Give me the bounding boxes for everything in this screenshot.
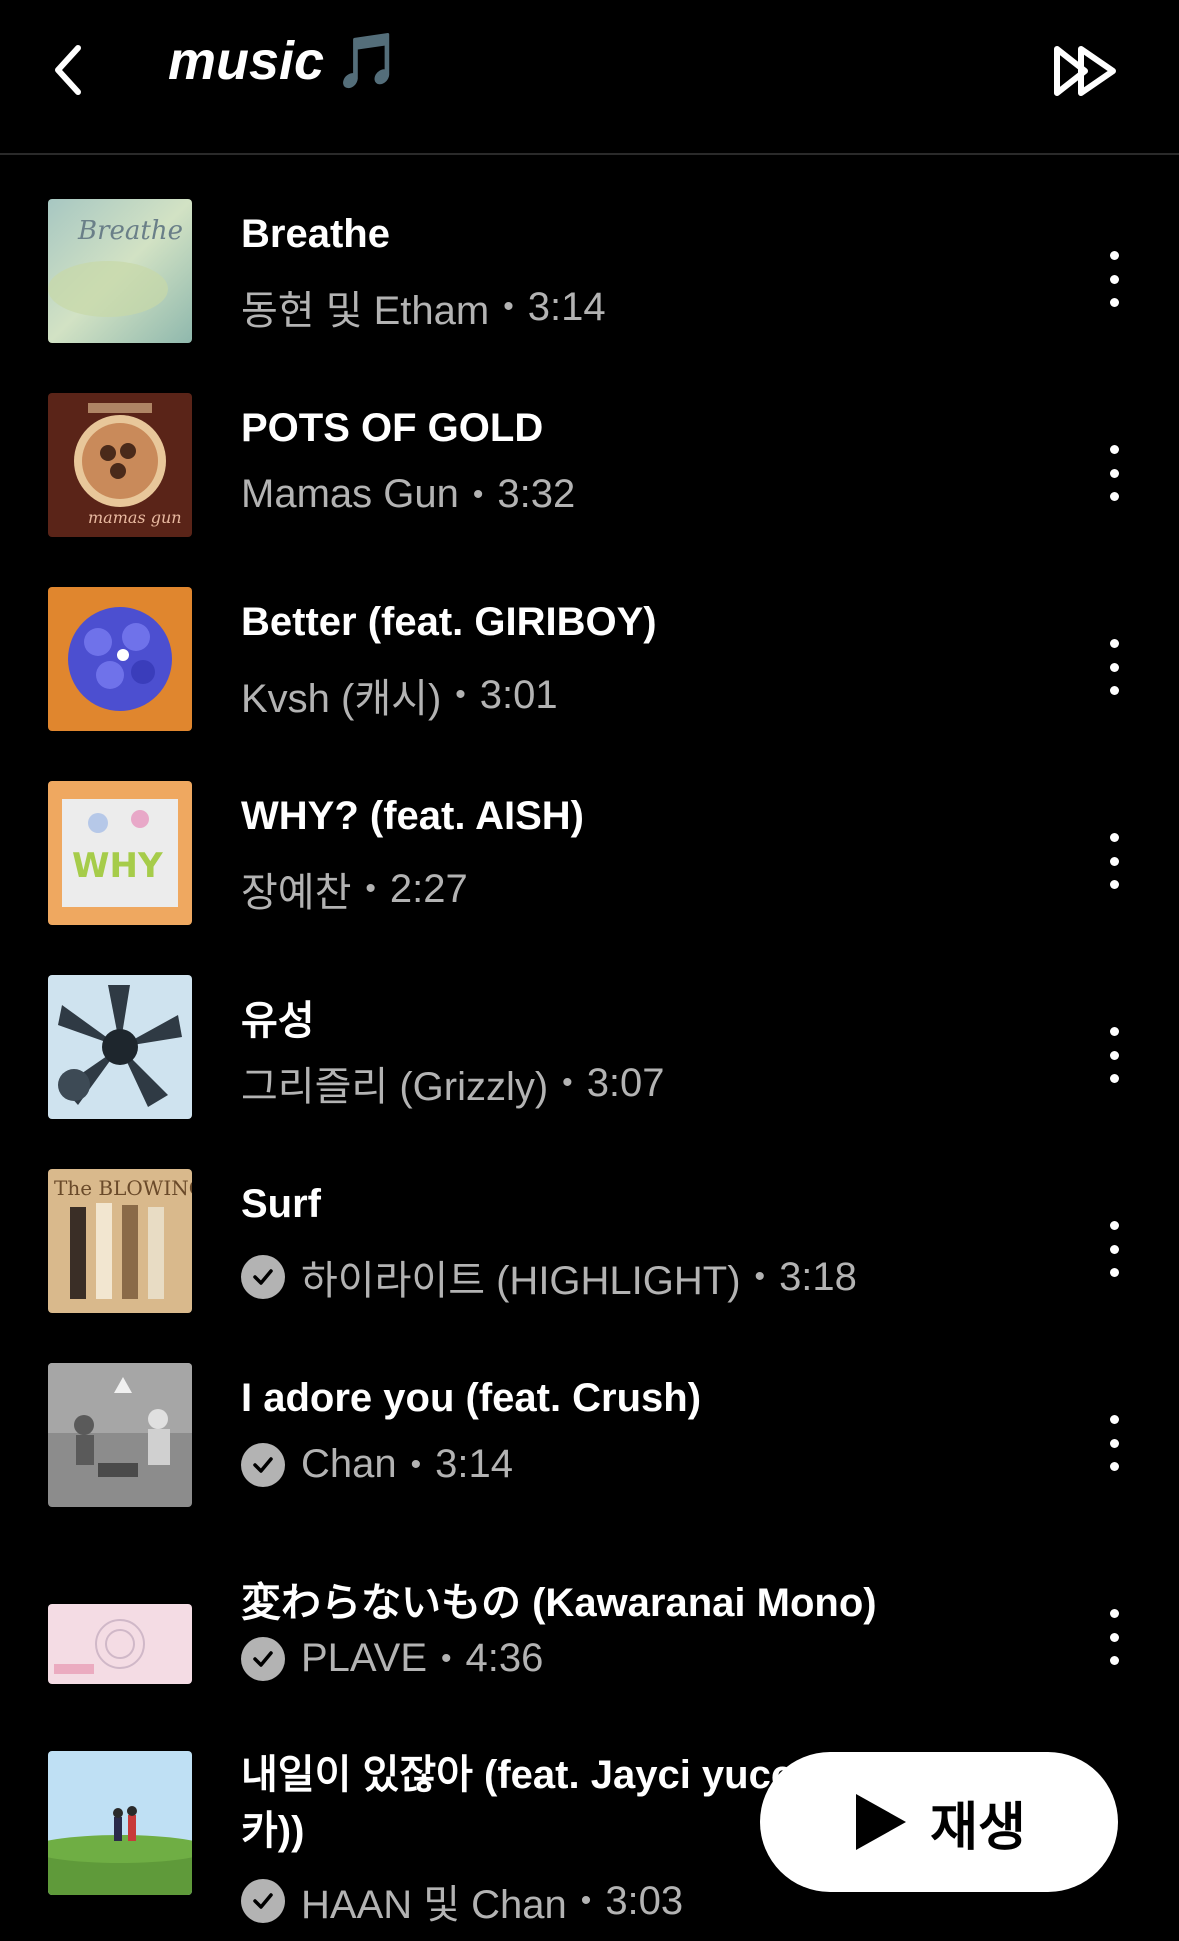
more-options-button[interactable] — [1100, 1415, 1128, 1471]
separator-dot: • — [365, 872, 376, 905]
more-options-button[interactable] — [1100, 1609, 1128, 1665]
separator-dot: • — [472, 477, 484, 511]
more-options-button[interactable] — [1100, 1221, 1128, 1277]
song-artist: Mamas Gun — [241, 472, 459, 516]
song-meta: Mamas Gun • 3:32 — [241, 472, 575, 517]
song-duration: 2:27 — [389, 866, 468, 911]
song-duration: 3:03 — [605, 1878, 684, 1923]
svg-text:WHY: WHY — [72, 846, 163, 886]
song-meta: Kvsh (캐시) • 3:01 — [241, 666, 558, 724]
svg-text:Breathe: Breathe — [77, 216, 183, 246]
song-duration: 3:32 — [497, 472, 576, 516]
back-button[interactable] — [48, 40, 92, 100]
song-title: Surf — [241, 1182, 321, 1226]
song-row[interactable]: 유성 그리즐리 (Grizzly) • 3:07 — [0, 931, 1179, 1125]
album-art-kawaranai-mono — [48, 1604, 192, 1684]
song-row[interactable]: 変わらないもの (Kawaranai Mono) PLAVE • 4:36 — [0, 1513, 1179, 1707]
more-options-button[interactable] — [1100, 1027, 1128, 1083]
song-duration: 3:01 — [479, 672, 558, 717]
album-art-naeiri-itjana — [48, 1751, 192, 1895]
verified-check-icon — [241, 1636, 285, 1681]
separator-dot: • — [410, 1447, 422, 1481]
album-art-why: WHY — [48, 781, 192, 925]
song-meta: Chan • 3:14 — [241, 1442, 513, 1487]
more-options-button[interactable] — [1100, 833, 1128, 889]
verified-check-icon — [241, 1255, 285, 1299]
song-artist: Chan — [301, 1442, 397, 1486]
verified-check-icon — [241, 1879, 285, 1923]
song-artist: HAAN 및 Chan — [301, 1883, 567, 1927]
chevron-left-icon — [55, 45, 81, 95]
song-list: Breathe Breathe 동현 및 Etham • 3:14 mamas gu… — [0, 155, 1179, 1927]
album-art-yuseong — [48, 975, 192, 1119]
song-row[interactable]: Better (feat. GIRIBOY) Kvsh (캐시) • 3:01 — [0, 543, 1179, 737]
play-all-label: 재생 — [930, 1798, 1026, 1857]
song-row[interactable]: Breathe Breathe 동현 및 Etham • 3:14 — [0, 155, 1179, 349]
song-title: Better (feat. GIRIBOY) — [241, 600, 657, 644]
play-icon — [856, 1794, 907, 1850]
verified-check-icon — [241, 1442, 285, 1487]
song-meta: 동현 및 Etham • 3:14 — [241, 278, 606, 336]
svg-text:mamas gun: mamas gun — [88, 508, 182, 527]
song-row[interactable]: mamas gun POTS OF GOLD Mamas Gun • 3:32 — [0, 349, 1179, 543]
song-meta: 그리즐리 (Grizzly) • 3:07 — [241, 1054, 665, 1112]
song-row[interactable]: The BLOWING Surf 하이라이트 (HIGHLIGHT) • 3:18 — [0, 1125, 1179, 1319]
separator-dot: • — [754, 1260, 766, 1293]
song-meta: PLAVE • 4:36 — [241, 1636, 543, 1681]
playlist-title: music 🎵 — [168, 30, 401, 93]
song-row[interactable]: I adore you (feat. Crush) Chan • 3:14 — [0, 1319, 1179, 1513]
more-options-button[interactable] — [1100, 445, 1128, 501]
song-duration: 4:36 — [465, 1636, 544, 1680]
song-duration: 3:14 — [527, 284, 606, 329]
playlist-title-text: music — [168, 31, 325, 91]
song-title: 유성 — [241, 999, 315, 1043]
song-artist: Kvsh (캐시) — [241, 677, 442, 721]
song-duration: 3:14 — [435, 1442, 513, 1486]
separator-dot: • — [503, 290, 514, 323]
top-app-bar: music 🎵 — [0, 0, 1179, 155]
song-title: WHY? (feat. AISH) — [241, 794, 584, 838]
song-row[interactable]: WHY WHY? (feat. AISH) 장예찬 • 2:27 — [0, 737, 1179, 931]
album-art-pots-of-gold: mamas gun — [48, 393, 192, 537]
music-note-emoji: 🎵 — [334, 31, 402, 91]
song-title: I adore you (feat. Crush) — [241, 1376, 702, 1420]
separator-dot: • — [441, 1641, 452, 1675]
more-options-button[interactable] — [1100, 251, 1128, 307]
separator-dot: • — [562, 1066, 573, 1099]
song-duration: 3:18 — [779, 1254, 857, 1299]
fast-forward-icon — [1054, 46, 1116, 96]
song-artist: 동현 및 Etham — [241, 289, 490, 333]
song-meta: 장예찬 • 2:27 — [241, 860, 468, 918]
song-artist: 하이라이트 (HIGHLIGHT) — [301, 1259, 741, 1303]
play-all-button[interactable]: 재생 — [760, 1752, 1118, 1892]
album-art-breathe: Breathe — [48, 199, 192, 343]
song-artist: 그리즐리 (Grizzly) — [241, 1065, 549, 1109]
song-meta: HAAN 및 Chan • 3:03 — [241, 1872, 683, 1930]
play-next-button[interactable] — [1051, 44, 1121, 98]
separator-dot: • — [580, 1884, 592, 1917]
song-title: POTS OF GOLD — [241, 406, 544, 450]
song-artist: PLAVE — [301, 1636, 427, 1680]
song-title: Breathe — [241, 212, 390, 256]
song-title: 変わらないもの (Kawaranai Mono) — [241, 1581, 877, 1625]
separator-dot: • — [455, 678, 466, 711]
album-art-surf: The BLOWING — [48, 1169, 192, 1313]
song-duration: 3:07 — [586, 1060, 665, 1105]
album-art-i-adore-you — [48, 1363, 192, 1507]
album-art-better — [48, 587, 192, 731]
song-artist: 장예찬 — [241, 871, 352, 915]
song-meta: 하이라이트 (HIGHLIGHT) • 3:18 — [241, 1248, 857, 1306]
more-options-button[interactable] — [1100, 639, 1128, 695]
svg-text:The BLOWING: The BLOWING — [54, 1176, 192, 1200]
